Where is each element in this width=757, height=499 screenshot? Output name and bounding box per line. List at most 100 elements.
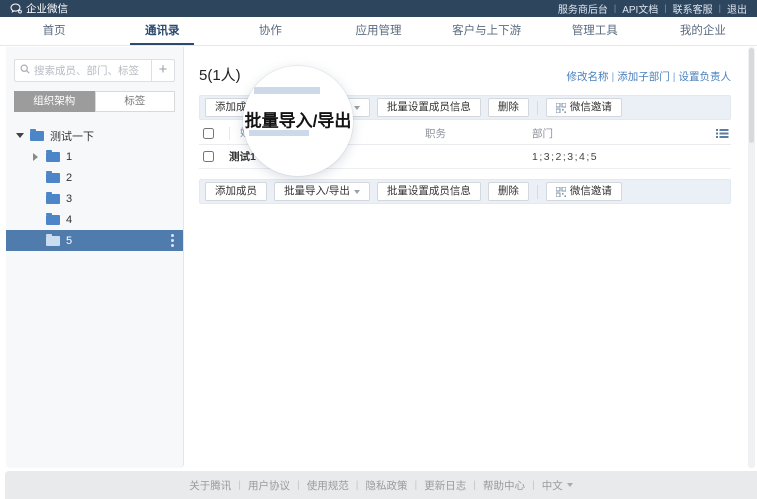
button-label: 批量导入/导出: [284, 183, 350, 200]
batch-set-info-button[interactable]: 批量设置成员信息: [377, 182, 481, 201]
select-all-checkbox[interactable]: [203, 128, 214, 139]
row-checkbox-cell: [199, 151, 229, 162]
delete-button[interactable]: 删除: [488, 182, 529, 201]
wechat-invite-button[interactable]: 微信邀请: [546, 98, 622, 117]
chevron-down-icon: [354, 190, 360, 194]
contact-support-link[interactable]: 联系客服: [673, 1, 713, 16]
wechat-invite-button[interactable]: 微信邀请: [546, 182, 622, 201]
tab-labels[interactable]: 标签: [95, 91, 176, 112]
wechat-work-bubble-icon: [10, 3, 22, 14]
tab-my-company[interactable]: 我的企业: [649, 17, 757, 45]
folder-icon: [46, 215, 60, 225]
magnified-text: 批量导入/导出: [245, 107, 352, 132]
button-label: 添加成员: [215, 183, 257, 200]
topbar: 企业微信 服务商后台 API文档 联系客服 退出: [0, 0, 757, 17]
help-center-link[interactable]: 帮助中心: [483, 478, 525, 493]
language-label: 中文: [542, 478, 563, 493]
divider: [290, 479, 307, 491]
button-label: 批量设置成员信息: [387, 99, 471, 116]
column-settings-icon[interactable]: [716, 128, 729, 139]
column-job-title: 职务: [425, 126, 532, 141]
main-nav: 首页 通讯录 协作 应用管理 客户与上下游 管理工具 我的企业: [0, 17, 757, 46]
topbar-links: 服务商后台 API文档 联系客服 退出: [558, 1, 747, 16]
department-actions: 修改名称添加子部门设置负责人: [567, 69, 731, 84]
tab-app-management[interactable]: 应用管理: [324, 17, 432, 45]
divider: [349, 479, 366, 491]
scrollbar-thumb[interactable]: [749, 48, 754, 143]
department-tree: 测试一下 1 2 3 4 5: [6, 125, 183, 251]
tab-admin-tools[interactable]: 管理工具: [541, 17, 649, 45]
row-checkbox[interactable]: [203, 151, 214, 162]
logout-link[interactable]: 退出: [727, 1, 747, 16]
button-label: 删除: [498, 99, 519, 116]
usage-policy-link[interactable]: 使用规范: [307, 478, 349, 493]
set-manager-link[interactable]: 设置负责人: [679, 71, 732, 83]
logo-text: 企业微信: [26, 1, 68, 16]
rename-link[interactable]: 修改名称: [567, 71, 609, 83]
divider: [670, 71, 679, 83]
batch-set-info-button[interactable]: 批量设置成员信息: [377, 98, 481, 117]
divider: [537, 101, 538, 115]
tab-home[interactable]: 首页: [0, 17, 108, 45]
magnifier-loupe: 批量导入/导出: [243, 66, 353, 176]
divider: [537, 185, 538, 199]
member-toolbar-bottom: 添加成员 批量导入/导出 批量设置成员信息 删除 微信邀请: [199, 179, 731, 204]
tree-item-dept-3[interactable]: 3: [6, 188, 183, 209]
api-docs-link[interactable]: API文档: [622, 1, 658, 16]
search-input[interactable]: [34, 65, 146, 77]
language-selector[interactable]: 中文: [542, 478, 573, 493]
folder-icon: [46, 152, 60, 162]
provider-console-link[interactable]: 服务商后台: [558, 1, 608, 16]
tree-item-dept-2[interactable]: 2: [6, 167, 183, 188]
member-department-cell: 1;3;2;3;4;5: [532, 151, 731, 163]
privacy-policy-link[interactable]: 隐私政策: [366, 478, 408, 493]
vertical-scrollbar[interactable]: [748, 47, 755, 468]
column-department: 部门: [532, 126, 716, 141]
add-department-button[interactable]: +: [151, 59, 175, 82]
search-box[interactable]: [14, 59, 151, 82]
tree-item-label: 2: [66, 172, 72, 184]
tree-item-label: 5: [66, 235, 72, 247]
tree-item-label: 3: [66, 193, 72, 205]
footer: 关于腾讯 用户协议 使用规范 隐私政策 更新日志 帮助中心 中文: [5, 471, 757, 499]
magnified-ui-fragment: [249, 130, 309, 136]
about-tencent-link[interactable]: 关于腾讯: [189, 478, 231, 493]
chevron-right-icon[interactable]: [33, 153, 38, 161]
divider: [713, 3, 727, 14]
add-member-button[interactable]: 添加成员: [205, 182, 267, 201]
divider: [658, 3, 672, 14]
app-logo: 企业微信: [10, 1, 68, 16]
chevron-down-icon: [354, 106, 360, 110]
tree-item-dept-4[interactable]: 4: [6, 209, 183, 230]
tab-contacts[interactable]: 通讯录: [108, 17, 216, 45]
folder-icon: [30, 131, 44, 141]
divider: [408, 479, 425, 491]
delete-button[interactable]: 删除: [488, 98, 529, 117]
tab-customers[interactable]: 客户与上下游: [433, 17, 541, 45]
batch-import-export-button[interactable]: 批量导入/导出: [274, 182, 370, 201]
contacts-sidebar: + 组织架构 标签 测试一下 1 2 3 4 5: [6, 47, 184, 468]
tab-org-structure[interactable]: 组织架构: [14, 91, 95, 112]
changelog-link[interactable]: 更新日志: [424, 478, 466, 493]
divider: [609, 71, 618, 83]
folder-icon: [46, 236, 60, 246]
button-label: 微信邀请: [570, 183, 612, 200]
member-departments: 1;3;2;3;4;5: [532, 151, 598, 163]
add-subdepartment-link[interactable]: 添加子部门: [617, 71, 670, 83]
search-row: +: [14, 59, 175, 82]
divider: [231, 479, 248, 491]
more-options-icon[interactable]: [171, 234, 174, 249]
sidebar-view-toggle: 组织架构 标签: [14, 91, 175, 112]
user-agreement-link[interactable]: 用户协议: [248, 478, 290, 493]
tree-item-label: 1: [66, 151, 72, 163]
tree-item-dept-5[interactable]: 5: [6, 230, 183, 251]
tab-collaboration[interactable]: 协作: [216, 17, 324, 45]
tree-item-root[interactable]: 测试一下: [6, 125, 183, 146]
folder-icon: [46, 194, 60, 204]
chevron-down-icon: [567, 483, 573, 487]
divider: [525, 479, 542, 491]
magnified-ui-fragment: [254, 87, 320, 94]
header-checkbox-cell: [199, 128, 229, 139]
chevron-down-icon[interactable]: [16, 133, 24, 138]
tree-item-dept-1[interactable]: 1: [6, 146, 183, 167]
